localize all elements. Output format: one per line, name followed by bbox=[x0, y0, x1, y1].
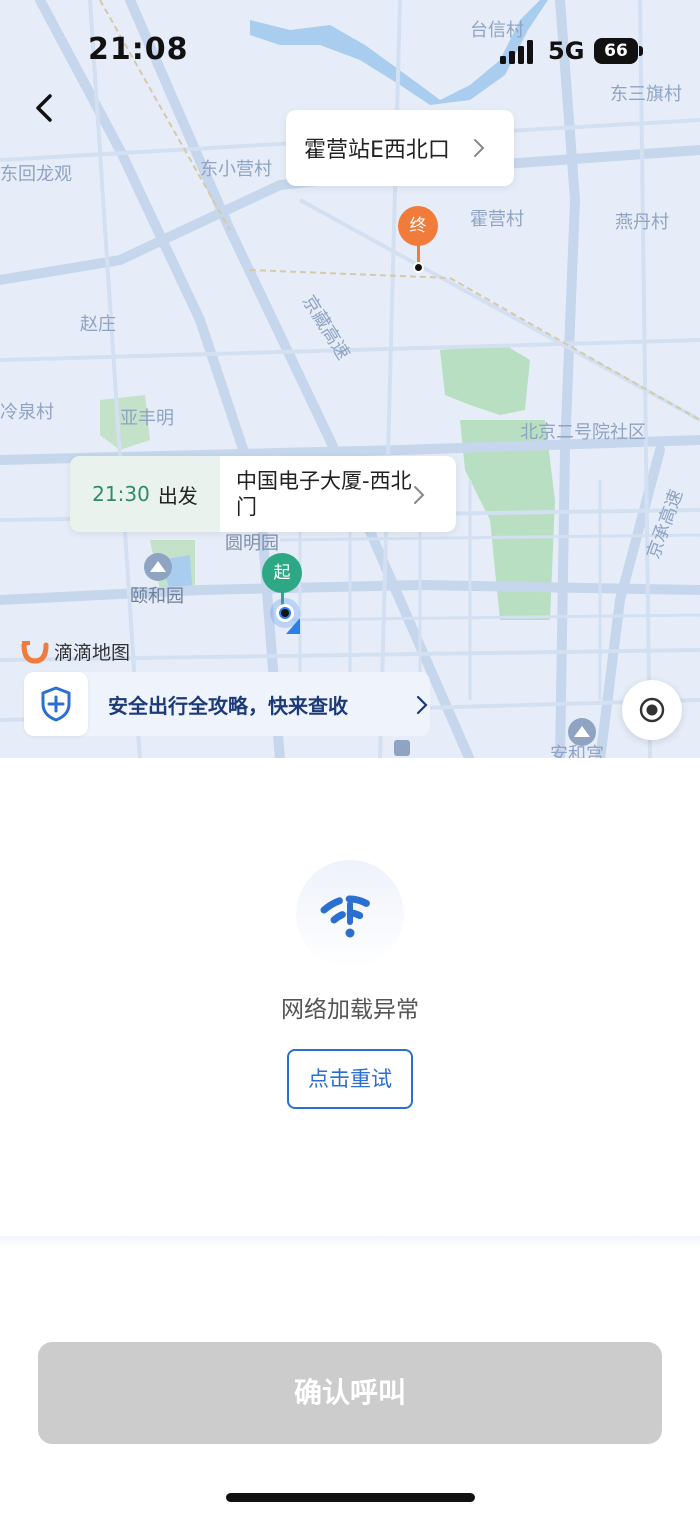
wifi-error-badge bbox=[296, 860, 404, 968]
cellular-signal-icon bbox=[500, 40, 533, 64]
svg-text:霍营村: 霍营村 bbox=[470, 209, 524, 230]
svg-text:冷泉村: 冷泉村 bbox=[0, 402, 54, 423]
safety-banner-text: 安全出行全攻略，快来查收 bbox=[108, 694, 348, 718]
retry-button[interactable]: 点击重试 bbox=[287, 1049, 413, 1109]
back-button[interactable] bbox=[26, 88, 66, 128]
svg-text:安和宫: 安和宫 bbox=[550, 744, 604, 758]
svg-text:亚丰明: 亚丰明 bbox=[120, 408, 174, 429]
svg-text:赵庄: 赵庄 bbox=[80, 314, 116, 335]
home-indicator[interactable] bbox=[226, 1493, 475, 1502]
shield-icon-box bbox=[24, 672, 88, 736]
locate-icon bbox=[639, 697, 665, 723]
chevron-right-icon bbox=[416, 695, 428, 715]
didi-logo-icon bbox=[21, 640, 49, 664]
map-logo-text: 滴滴地图 bbox=[54, 642, 131, 664]
confirm-call-button[interactable]: 确认呼叫 bbox=[38, 1342, 662, 1444]
svg-text:圆明园: 圆明园 bbox=[225, 533, 279, 554]
chevron-left-icon bbox=[36, 94, 52, 122]
pickup-location-name: 中国电子大厦-西北门 bbox=[236, 469, 412, 519]
svg-text:北京二号院社区: 北京二号院社区 bbox=[520, 422, 646, 443]
shield-plus-icon bbox=[41, 686, 71, 722]
departure-time-box[interactable]: 21:30 出发 bbox=[70, 456, 220, 532]
destination-label: 霍营站E西北口 bbox=[304, 138, 450, 163]
pickup-card[interactable]: 21:30 出发 中国电子大厦-西北门 bbox=[70, 456, 456, 532]
svg-text:燕丹村: 燕丹村 bbox=[615, 212, 669, 233]
svg-text:东回龙观: 东回龙观 bbox=[0, 164, 72, 185]
destination-marker: 终 bbox=[398, 206, 438, 274]
departure-time: 21:30 bbox=[92, 482, 150, 506]
error-message: 网络加载异常 bbox=[281, 997, 419, 1023]
map-provider-logo: 滴滴地图 bbox=[20, 638, 130, 665]
map-view[interactable]: 台信村 东三旗村 燕丹村 霍营村 东回龙观 东小营村 赵庄 冷泉村 亚丰明 北京… bbox=[0, 0, 700, 758]
destination-card[interactable]: 霍营站E西北口 bbox=[286, 110, 514, 186]
pickup-marker-label: 起 bbox=[262, 553, 302, 593]
battery-icon: 66 bbox=[594, 38, 643, 64]
departure-label: 出发 bbox=[157, 483, 198, 508]
chevron-right-icon bbox=[414, 486, 425, 504]
section-divider bbox=[0, 1236, 700, 1248]
destination-marker-label: 终 bbox=[398, 206, 438, 246]
svg-text:东小营村: 东小营村 bbox=[200, 159, 272, 180]
heading-arrow-icon bbox=[286, 618, 300, 634]
battery-level: 66 bbox=[594, 38, 638, 64]
wifi-error-icon bbox=[320, 895, 380, 938]
svg-text:颐和园: 颐和园 bbox=[130, 586, 184, 607]
status-bar: 21:08 5G 66 bbox=[0, 0, 700, 100]
chevron-right-icon bbox=[474, 139, 485, 157]
network-type: 5G bbox=[548, 37, 585, 65]
error-panel: 网络加载异常 点击重试 bbox=[0, 758, 700, 1238]
status-time: 21:08 bbox=[88, 32, 189, 67]
safety-banner[interactable]: 安全出行全攻略，快来查收 bbox=[24, 672, 430, 736]
locate-button[interactable] bbox=[622, 680, 682, 740]
